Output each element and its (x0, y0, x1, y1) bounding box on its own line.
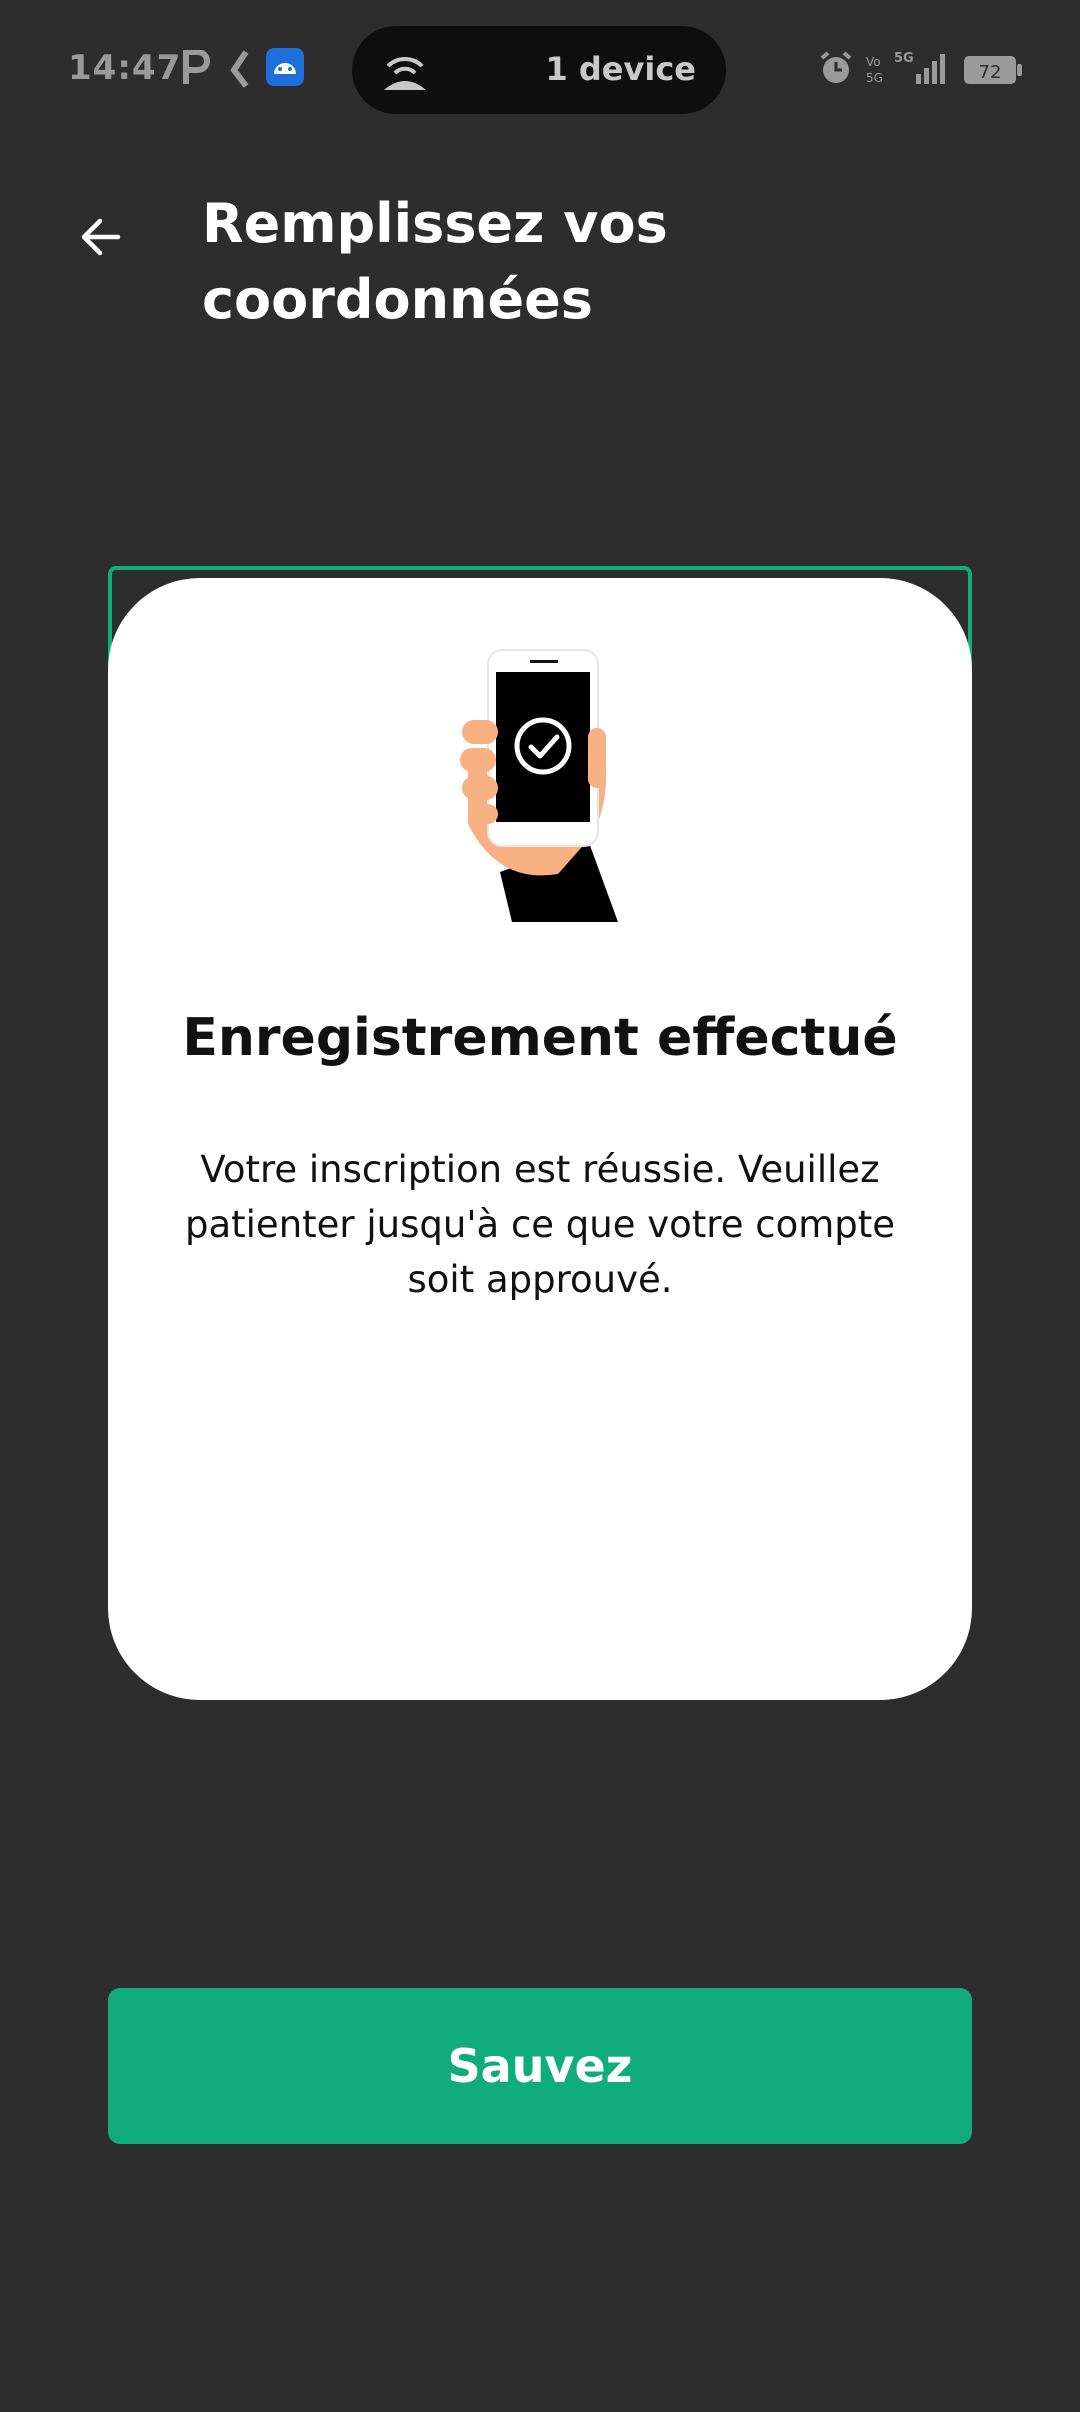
app-notification-icon (228, 50, 252, 92)
page-title: Remplissez vos coordonnées (202, 192, 668, 331)
battery-icon: 72 (964, 54, 1024, 90)
success-title: Enregistrement effectué (182, 1008, 898, 1068)
arrow-left-icon (81, 218, 121, 256)
hotspot-icon (382, 48, 428, 96)
android-icon (266, 48, 304, 90)
hotspot-label: 1 device (545, 50, 696, 88)
status-time: 14:47 (68, 48, 182, 88)
save-button[interactable]: Sauvez (108, 1988, 972, 2144)
status-bar: 14:47 1 device Vo 5G 5G 72 (0, 0, 1080, 140)
parking-app-icon (182, 49, 210, 90)
success-message: Votre inscription est réussie. Veuillez … (184, 1148, 896, 1301)
svg-text:Vo: Vo (866, 55, 881, 69)
hotspot-pill[interactable]: 1 device (352, 26, 726, 114)
hand-holding-phone-check-icon (438, 634, 658, 940)
battery-level: 72 (979, 62, 1002, 83)
volte-icon: Vo 5G (866, 54, 886, 88)
alarm-icon (818, 50, 854, 90)
svg-text:5G: 5G (894, 51, 914, 66)
screen: 14:47 1 device Vo 5G 5G 72 Remplissez vo… (0, 0, 1080, 2412)
svg-text:5G: 5G (866, 71, 883, 84)
back-button[interactable] (74, 206, 136, 268)
signal-5g-icon: 5G (894, 50, 954, 90)
success-card: Enregistrement effectué Votre inscriptio… (108, 578, 972, 1700)
